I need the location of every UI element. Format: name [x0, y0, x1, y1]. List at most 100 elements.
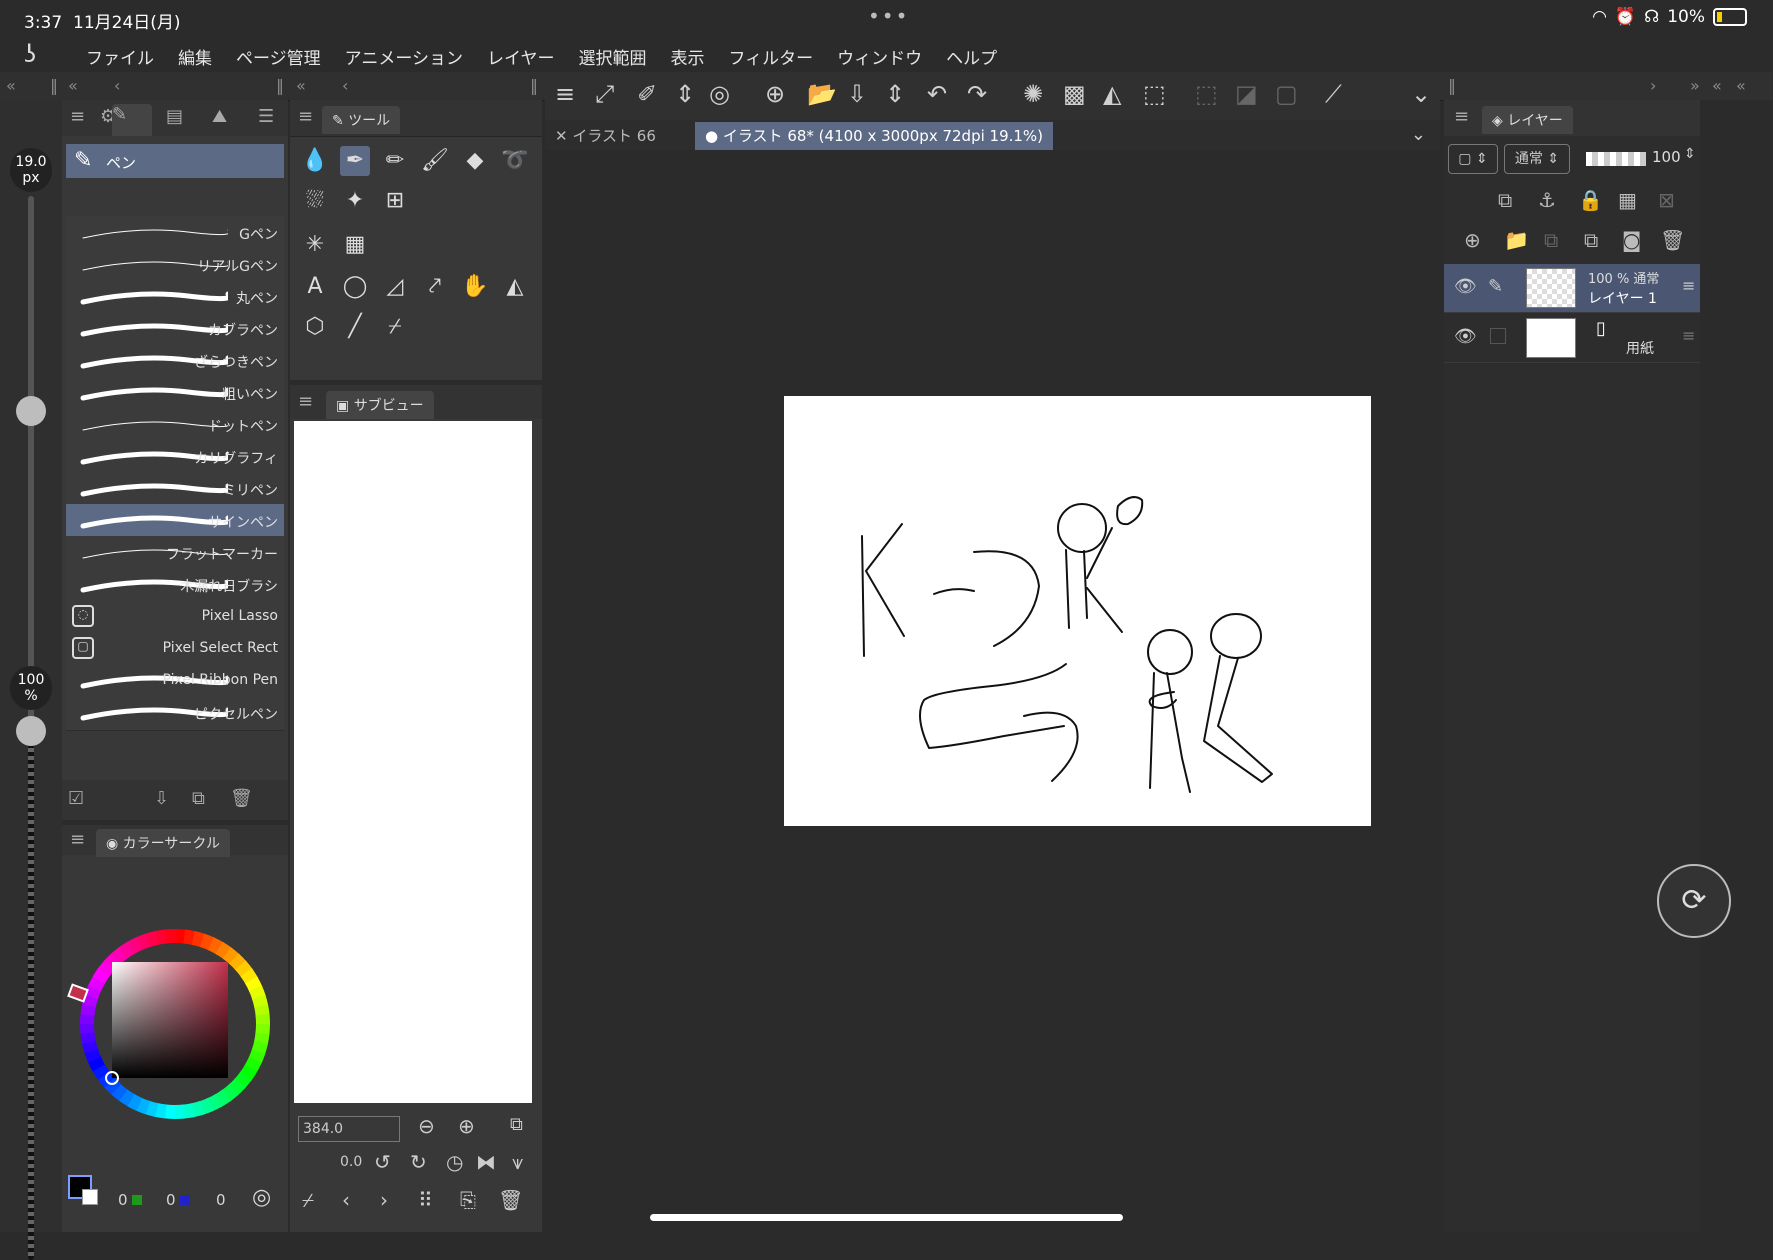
multitask-dots[interactable]: ••• — [868, 4, 909, 28]
hue-segment[interactable] — [173, 1104, 185, 1120]
brush-size-knob[interactable] — [16, 396, 46, 426]
rotate-screen-button[interactable]: ⟳ — [1657, 864, 1731, 938]
chevron-left-icon[interactable]: ‹ — [342, 1188, 350, 1212]
chevron-left-icon[interactable]: ‹ — [114, 76, 120, 95]
hue-segment[interactable] — [254, 1004, 270, 1018]
hue-segment[interactable] — [234, 1071, 252, 1089]
undo-icon[interactable]: ↶ — [927, 80, 947, 108]
hue-segment[interactable] — [215, 941, 233, 960]
hue-segment[interactable] — [80, 1012, 95, 1025]
layer-color-mode[interactable]: ▢ ⇕ — [1448, 144, 1498, 174]
brush-item[interactable]: サインペン — [66, 504, 284, 539]
menu-edit[interactable]: 編集 — [178, 44, 212, 69]
eyedropper-icon[interactable]: ⌿ — [302, 1188, 314, 1212]
hue-segment[interactable] — [255, 1023, 270, 1036]
lock-transparency-icon[interactable]: ▦ — [1618, 188, 1637, 212]
hue-segment[interactable] — [255, 1014, 271, 1026]
chevron-down-icon[interactable]: ⌄ — [1411, 80, 1431, 108]
edit-icon[interactable]: ✐ — [637, 80, 657, 108]
hue-segment[interactable] — [252, 994, 269, 1009]
hue-segment[interactable] — [91, 1063, 110, 1080]
line-tool-icon[interactable]: ╱ — [340, 312, 370, 342]
tab-brush-icon[interactable]: ▤ — [166, 106, 183, 127]
tab-pen-icon[interactable]: ✎ — [112, 104, 152, 136]
brush-item[interactable]: ▢ Pixel Select Rect — [66, 632, 284, 667]
hue-segment[interactable] — [181, 1103, 195, 1119]
hue-segment[interactable] — [98, 959, 116, 977]
menu-layer[interactable]: レイヤー — [487, 44, 555, 69]
brush-group-header[interactable]: ✎ ペン — [66, 144, 284, 178]
brush-item[interactable]: リアルGペン — [66, 248, 284, 283]
chevron-updown-icon[interactable]: ⇕ — [675, 80, 695, 108]
collapse-right-icon[interactable]: » — [1690, 76, 1700, 95]
layer-row-1[interactable]: 👁 ✎ 100 % 通常 レイヤー 1 ≡ — [1444, 264, 1700, 313]
opacity-knob[interactable] — [16, 716, 46, 746]
tab-list-icon[interactable]: ☰ — [258, 106, 274, 127]
collapse-left-icon[interactable]: « — [296, 76, 306, 95]
hue-segment[interactable] — [87, 1055, 105, 1072]
hue-segment[interactable] — [199, 933, 216, 951]
transform-icon[interactable]: ⬚ — [1143, 80, 1166, 108]
eraser-tool-icon[interactable]: ◆ — [460, 146, 490, 176]
hue-segment[interactable] — [153, 1102, 167, 1119]
hue-segment[interactable] — [198, 1097, 214, 1115]
airbrush-tool-icon[interactable]: ⛆ — [300, 186, 330, 216]
doc-tab-1[interactable]: ✕ イラスト 66 — [545, 122, 666, 150]
grip-icon[interactable]: ‖ — [50, 76, 58, 95]
hue-segment[interactable] — [136, 933, 152, 951]
brush-item[interactable]: 木漏れ日ブラシ — [66, 568, 284, 603]
color-wheel[interactable] — [66, 915, 284, 1133]
tab-sub-view[interactable]: ▣ サブビュー — [326, 391, 434, 419]
zoom-in-icon[interactable]: ⊕ — [458, 1114, 475, 1138]
home-indicator[interactable] — [650, 1214, 1123, 1221]
eyedropper-tool-icon[interactable]: ⌿ — [380, 312, 410, 342]
menu-help[interactable]: ヘルプ — [946, 44, 997, 69]
hue-segment[interactable] — [84, 1047, 102, 1063]
hue-segment[interactable] — [110, 1083, 128, 1101]
tab-mountain-icon[interactable]: ⛰ — [212, 106, 227, 127]
collapse-left-icon[interactable]: « — [68, 76, 78, 95]
brush-item[interactable]: フラットマーカー — [66, 536, 284, 571]
hue-segment[interactable] — [79, 1022, 95, 1034]
canvas-paper[interactable] — [784, 396, 1371, 826]
eye-icon[interactable]: 👁 — [1454, 276, 1477, 297]
brush-item[interactable]: Pixel Ribbon Pen — [66, 664, 284, 699]
brush-size-track[interactable] — [28, 196, 34, 736]
chevron-updown-icon[interactable]: ⇕ — [885, 80, 905, 108]
hue-segment[interactable] — [239, 1064, 258, 1082]
eye-icon[interactable]: 👁 — [1454, 326, 1477, 347]
hue-segment[interactable] — [82, 993, 99, 1008]
hue-segment[interactable] — [165, 928, 177, 944]
tab-color-circle[interactable]: ◉ カラーサークル — [96, 829, 230, 857]
reset-rotation-icon[interactable]: ◷ — [446, 1150, 463, 1174]
doc-tab-2[interactable]: ● イラスト 68* (4100 x 3000px 72dpi 19.1%) — [695, 122, 1054, 150]
open-folder-icon[interactable]: 📂 — [807, 80, 837, 108]
trash-icon[interactable]: 🗑 — [498, 1188, 523, 1212]
hue-segment[interactable] — [174, 929, 187, 944]
menu-filter[interactable]: フィルター — [729, 44, 814, 69]
fill-tool-icon[interactable]: ◭ — [500, 272, 530, 302]
hue-segment[interactable] — [145, 930, 160, 947]
new-layer-icon[interactable]: ⊕ — [1464, 228, 1481, 252]
hue-segment[interactable] — [190, 1101, 205, 1118]
clip-layer-icon[interactable]: ⧉ — [1498, 188, 1512, 212]
hue-segment[interactable] — [80, 1002, 97, 1016]
flip-horizontal-icon[interactable]: ⧓ — [476, 1150, 496, 1174]
menu-icon[interactable]: ≡ — [298, 391, 313, 412]
menu-icon[interactable]: ≡ — [70, 106, 85, 127]
hue-segment[interactable] — [117, 1088, 135, 1107]
brush-settings-icon[interactable]: ☑ — [68, 788, 84, 809]
brush-item[interactable]: ピクセルペン — [66, 696, 284, 731]
hue-segment[interactable] — [80, 1030, 96, 1044]
menu-selection[interactable]: 選択範囲 — [579, 44, 647, 69]
merge-down-icon[interactable]: ⧉ — [1544, 228, 1558, 252]
chevron-down-icon[interactable]: ⌄ — [1411, 124, 1426, 145]
app-logo-icon[interactable]: ʖ — [24, 40, 36, 68]
menu-file[interactable]: ファイル — [86, 44, 154, 69]
text-tool-icon[interactable]: A — [300, 272, 330, 302]
menu-window[interactable]: ウィンドウ — [837, 44, 922, 69]
grip-icon[interactable]: ‖ — [276, 76, 284, 95]
hue-segment[interactable] — [253, 1032, 270, 1046]
hue-segment[interactable] — [119, 940, 136, 959]
mask-icon[interactable]: ⊠ — [1658, 188, 1675, 212]
